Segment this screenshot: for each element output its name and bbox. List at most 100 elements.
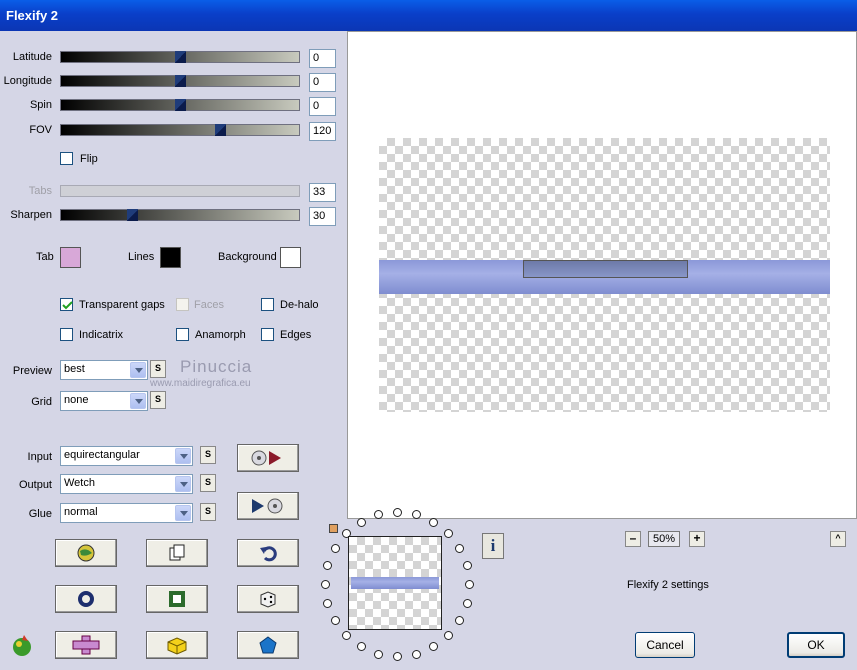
spin-slider-thumb[interactable] xyxy=(175,99,186,111)
grid-select-value: none xyxy=(64,394,89,406)
navigator-dot[interactable] xyxy=(412,510,421,519)
grid-label: Grid xyxy=(31,396,52,408)
circle-tool-button[interactable] xyxy=(55,585,117,613)
navigator-dot[interactable] xyxy=(463,599,472,608)
navigator-dot[interactable] xyxy=(429,642,438,651)
navigator-dot[interactable] xyxy=(323,561,332,570)
faces-label: Faces xyxy=(194,299,224,311)
fov-label: FOV xyxy=(29,124,52,136)
background-color-swatch[interactable] xyxy=(280,247,301,268)
tab-color-swatch[interactable] xyxy=(60,247,81,268)
navigator-dot[interactable] xyxy=(357,642,366,651)
zoom-out-button[interactable]: – xyxy=(625,531,641,547)
navigator-dot[interactable] xyxy=(465,580,474,589)
navigator-dot[interactable] xyxy=(429,518,438,527)
navigator-dot[interactable] xyxy=(331,544,340,553)
preview-s-button[interactable]: S xyxy=(150,360,166,378)
watermark-url: www.maidiregrafica.eu xyxy=(150,378,251,389)
navigator-dot[interactable] xyxy=(455,544,464,553)
lines-color-swatch[interactable] xyxy=(160,247,181,268)
navigator-thumbnail[interactable] xyxy=(348,536,442,630)
navigator-handle[interactable] xyxy=(329,524,338,533)
de-halo-label: De-halo xyxy=(280,299,319,311)
input-s-button[interactable]: S xyxy=(200,446,216,464)
navigator-dot[interactable] xyxy=(444,631,453,640)
cross-tool-button[interactable] xyxy=(55,631,117,659)
flip-checkbox[interactable] xyxy=(60,152,73,165)
longitude-value-field[interactable]: 0 xyxy=(309,73,336,92)
input-label: Input xyxy=(27,451,52,463)
output-select[interactable]: Wetch xyxy=(60,474,193,494)
ok-button[interactable]: OK xyxy=(787,632,845,658)
longitude-label: Longitude xyxy=(3,75,52,87)
navigator-dot[interactable] xyxy=(444,529,453,538)
navigator-dot[interactable] xyxy=(323,599,332,608)
spin-value-field[interactable]: 0 xyxy=(309,97,336,116)
edges-checkbox[interactable] xyxy=(261,328,274,341)
fov-slider-thumb[interactable] xyxy=(215,124,226,136)
navigator-dot[interactable] xyxy=(455,616,464,625)
glue-s-button[interactable]: S xyxy=(200,503,216,521)
fov-slider[interactable] xyxy=(60,124,300,136)
load-preset-button[interactable] xyxy=(237,444,299,472)
latitude-slider-thumb[interactable] xyxy=(175,51,186,63)
randomize-colors-button[interactable] xyxy=(55,539,117,567)
zoom-in-button[interactable]: + xyxy=(689,531,705,547)
navigator-dot[interactable] xyxy=(393,652,402,661)
navigator-dot[interactable] xyxy=(357,518,366,527)
navigator-dot[interactable] xyxy=(331,616,340,625)
navigator-dot[interactable] xyxy=(321,580,330,589)
cube-tool-button[interactable] xyxy=(146,631,208,659)
fov-value-field[interactable]: 120 xyxy=(309,122,336,141)
chevron-down-icon xyxy=(175,476,191,492)
spin-slider[interactable] xyxy=(60,99,300,111)
transparent-gaps-checkbox[interactable] xyxy=(60,298,73,311)
random-button[interactable] xyxy=(237,585,299,613)
input-select-value: equirectangular xyxy=(64,449,140,461)
sharpen-value-field[interactable]: 30 xyxy=(309,207,336,226)
info-button[interactable]: i xyxy=(482,533,504,559)
glue-select[interactable]: normal xyxy=(60,503,193,523)
dice-icon xyxy=(260,591,276,608)
cube-icon xyxy=(167,637,187,655)
navigator-dot[interactable] xyxy=(342,631,351,640)
copy-icon xyxy=(169,544,185,561)
lines-color-label: Lines xyxy=(128,251,155,263)
pentagon-icon xyxy=(259,636,277,654)
indicatrix-checkbox[interactable] xyxy=(60,328,73,341)
longitude-slider-thumb[interactable] xyxy=(175,75,186,87)
preview-select[interactable]: best xyxy=(60,360,148,380)
latitude-slider[interactable] xyxy=(60,51,300,63)
output-s-button[interactable]: S xyxy=(200,474,216,492)
sharpen-slider-thumb[interactable] xyxy=(127,209,138,221)
anamorph-checkbox[interactable] xyxy=(176,328,189,341)
pentagon-tool-button[interactable] xyxy=(237,631,299,659)
navigator-dot[interactable] xyxy=(393,508,402,517)
tabs-value-field[interactable]: 33 xyxy=(309,183,336,202)
navigator-dot[interactable] xyxy=(412,650,421,659)
window-title: Flexify 2 xyxy=(0,0,857,31)
de-halo-checkbox[interactable] xyxy=(261,298,274,311)
preview-canvas[interactable] xyxy=(347,31,857,519)
navigator-dot[interactable] xyxy=(374,510,383,519)
square-tool-button[interactable] xyxy=(146,585,208,613)
input-select[interactable]: equirectangular xyxy=(60,446,193,466)
cancel-button[interactable]: Cancel xyxy=(635,632,695,658)
copy-button[interactable] xyxy=(146,539,208,567)
main-panel: Latitude 0 Longitude 0 Spin 0 FOV 120 Tabs 33 Shar… xyxy=(0,31,857,670)
navigator-dot[interactable] xyxy=(374,650,383,659)
watermark-name: Pinuccia xyxy=(180,357,253,376)
longitude-slider[interactable] xyxy=(60,75,300,87)
indicatrix-label: Indicatrix xyxy=(79,329,124,341)
grid-s-button[interactable]: S xyxy=(150,391,166,409)
collapse-button[interactable]: ^ xyxy=(830,531,846,547)
play-disc-icon xyxy=(252,498,283,514)
navigator-dot[interactable] xyxy=(463,561,472,570)
save-preset-button[interactable] xyxy=(237,492,299,520)
latitude-value-field[interactable]: 0 xyxy=(309,49,336,68)
undo-button[interactable] xyxy=(237,539,299,567)
grid-select[interactable]: none xyxy=(60,391,148,411)
tabs-slider[interactable] xyxy=(60,185,300,197)
faces-checkbox[interactable] xyxy=(176,298,189,311)
sharpen-slider[interactable] xyxy=(60,209,300,221)
